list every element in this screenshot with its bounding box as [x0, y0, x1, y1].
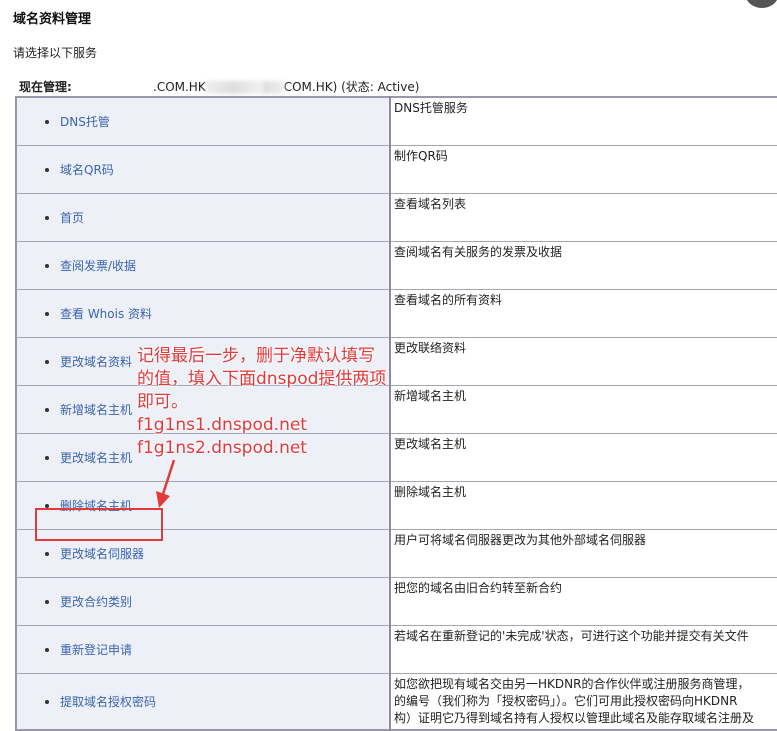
table-row: 新增域名主机 新增域名主机 [15, 385, 777, 434]
bullet-icon [45, 503, 49, 508]
service-desc-line: 查看域名的所有资料 [394, 293, 503, 307]
table-row: 更改域名资料 更改联络资料 [15, 337, 777, 386]
table-row: 提取域名授权密码 如您欲把现有域名交由另一HKDNR的合作伙伴或注册服务商管理，… [15, 673, 777, 731]
bullet-icon [45, 167, 49, 172]
service-desc: 制作QR码 [389, 145, 777, 194]
bullet-icon [45, 699, 49, 704]
redacted-text [205, 81, 262, 94]
table-row: 查看 Whois 资料 查看域名的所有资料 [15, 289, 777, 338]
service-cell: 域名QR码 [15, 145, 391, 194]
service-link-re-registration[interactable]: 重新登记申请 [60, 643, 132, 657]
service-desc-line: 把您的域名由旧合约转至新合约 [394, 581, 563, 595]
service-desc-line: 查阅域名有关服务的发票及收据 [394, 245, 563, 259]
annotation-line: 记得最后一步，删于净默认填写 [137, 346, 375, 366]
table-row: 更改域名主机 更改域名主机 [15, 433, 777, 482]
bullet-icon [45, 311, 49, 316]
bullet-icon [45, 359, 49, 364]
service-link-whois[interactable]: 查看 Whois 资料 [60, 307, 152, 321]
service-link-dns-hosting[interactable]: DNS托管 [60, 115, 110, 129]
table-row: 更改合约类别 把您的域名由旧合约转至新合约 [15, 577, 777, 626]
service-desc: 删除域名主机 [389, 481, 777, 530]
service-cell: DNS托管 [15, 96, 391, 146]
service-desc-line: 的编号（我们称为「授权密码」）。它们可用此授权密码向HKDNR [394, 694, 738, 708]
service-desc-line: 若域名在重新登记的'未完成'状态，可进行这个功能并提交有关文件 [394, 629, 749, 643]
annotation-line: f1g1ns2.dnspod.net [137, 438, 307, 458]
service-link-add-host[interactable]: 新增域名主机 [60, 403, 132, 417]
table-row: 首页 查看域名列表 [15, 193, 777, 242]
current-domain-part-1: .COM.HK [153, 80, 206, 94]
current-domain-part-2: COM.HK) (状态: Active) [283, 80, 420, 94]
table-row: 重新登记申请 若域名在重新登记的'未完成'状态，可进行这个功能并提交有关文件 [15, 625, 777, 674]
annotation-line: 即可。 [137, 392, 188, 412]
page-title: 域名资料管理 [13, 12, 92, 27]
service-cell: 重新登记申请 [15, 625, 391, 674]
service-desc: 查看域名列表 [389, 193, 777, 242]
service-desc-line: 制作QR码 [394, 149, 448, 163]
bullet-icon [45, 407, 49, 412]
service-desc-line: DNS托管服务 [394, 101, 468, 115]
service-desc-line: 更改域名主机 [394, 437, 467, 451]
service-desc: DNS托管服务 [389, 96, 777, 146]
bullet-icon [45, 263, 49, 268]
current-domain-row: 现在管理: .COM.HK COM.HK) (状态: Active) [19, 78, 759, 95]
table-row: 查阅发票/收据 查阅域名有关服务的发票及收据 [15, 241, 777, 290]
bullet-icon [45, 647, 49, 652]
service-desc: 如您欲把现有域名交由另一HKDNR的合作伙伴或注册服务商管理， 的编号（我们称为「… [389, 673, 777, 731]
bullet-icon [45, 119, 49, 124]
redacted-text [261, 81, 284, 94]
service-link-change-nameservers[interactable]: 更改域名伺服器 [60, 547, 144, 561]
service-desc: 查阅域名有关服务的发票及收据 [389, 241, 777, 290]
service-desc: 把您的域名由旧合约转至新合约 [389, 577, 777, 626]
service-desc: 查看域名的所有资料 [389, 289, 777, 338]
service-link-change-contract[interactable]: 更改合约类别 [60, 595, 132, 609]
service-link-invoices[interactable]: 查阅发票/收据 [60, 259, 136, 273]
page-subtitle: 请选择以下服务 [13, 46, 98, 60]
service-link-qr-code[interactable]: 域名QR码 [60, 163, 114, 177]
service-desc: 更改联络资料 [389, 337, 777, 386]
service-link-edit-host[interactable]: 更改域名主机 [60, 451, 132, 465]
bullet-icon [45, 455, 49, 460]
avatar[interactable] [745, 0, 777, 8]
service-cell: 查看 Whois 资料 [15, 289, 391, 338]
bullet-icon [45, 215, 49, 220]
service-link-auth-code[interactable]: 提取域名授权密码 [60, 695, 156, 709]
service-desc-line: 更改联络资料 [394, 341, 467, 355]
service-link-edit-domain-info[interactable]: 更改域名资料 [60, 355, 132, 369]
service-desc-line: 查看域名列表 [394, 197, 467, 211]
service-cell: 更改合约类别 [15, 577, 391, 626]
table-row: DNS托管 DNS托管服务 [15, 96, 777, 146]
service-desc-line: 构）证明它乃得到域名持有人授权以管理此域名及能存取域名注册及 [394, 711, 755, 725]
service-desc: 新增域名主机 [389, 385, 777, 434]
service-link-home[interactable]: 首页 [60, 211, 84, 225]
annotation-arrow-icon [156, 459, 176, 508]
service-cell: 提取域名授权密码 [15, 673, 391, 731]
annotation-line: f1g1ns1.dnspod.net [137, 415, 307, 435]
service-cell: 首页 [15, 193, 391, 242]
service-desc-line: 删除域名主机 [394, 485, 467, 499]
service-desc: 若域名在重新登记的'未完成'状态，可进行这个功能并提交有关文件 [389, 625, 777, 674]
highlight-box [35, 508, 163, 541]
services-table: DNS托管 DNS托管服务 域名QR码 制作QR码 首页 查看域名列表 查阅发票… [15, 96, 777, 731]
service-desc: 用户可将域名伺服器更改为其他外部域名伺服器 [389, 529, 777, 578]
annotation-note: 记得最后一步，删于净默认填写 的值，填入下面dnspod提供两项 即可。 f1g… [137, 345, 386, 460]
bullet-icon [45, 599, 49, 604]
service-desc-line: 用户可将域名伺服器更改为其他外部域名伺服器 [394, 533, 647, 547]
service-desc: 更改域名主机 [389, 433, 777, 482]
annotation-line: 的值，填入下面dnspod提供两项 [137, 369, 387, 389]
service-desc-line: 新增域名主机 [394, 389, 467, 403]
table-row: 域名QR码 制作QR码 [15, 145, 777, 194]
service-desc-line: 如您欲把现有域名交由另一HKDNR的合作伙伴或注册服务商管理， [394, 677, 750, 691]
bullet-icon [45, 551, 49, 556]
current-domain-label: 现在管理: [19, 80, 72, 94]
service-cell: 查阅发票/收据 [15, 241, 391, 290]
